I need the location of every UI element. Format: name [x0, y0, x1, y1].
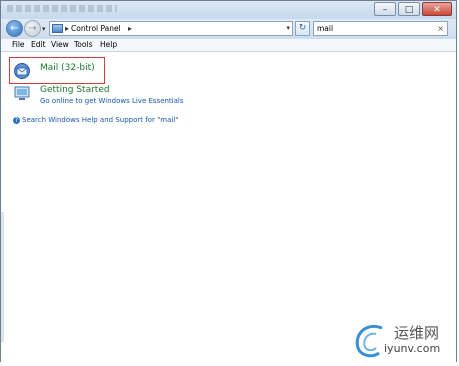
menu-tools[interactable]: Tools	[74, 39, 92, 51]
refresh-button[interactable]: ↻	[295, 21, 310, 36]
swirl-logo-icon	[355, 325, 383, 358]
close-button[interactable]: ✕	[422, 2, 452, 16]
title-bar[interactable]: – □ ✕	[1, 1, 456, 19]
help-icon: ?	[13, 116, 20, 124]
result-title[interactable]: Mail (32-bit)	[40, 63, 95, 73]
address-dropdown-icon[interactable]: ▾	[286, 22, 290, 35]
menu-file[interactable]: File	[12, 39, 25, 51]
search-box[interactable]: mail ×	[313, 21, 448, 36]
left-edge	[1, 212, 4, 342]
watermark-domain: iyunv.com	[384, 342, 441, 355]
help-link-text[interactable]: Search Windows Help and Support for "mai…	[22, 116, 179, 124]
control-panel-icon	[52, 24, 63, 33]
getting-started-icon	[14, 86, 30, 100]
breadcrumb-chevron-icon[interactable]: ▸	[128, 22, 132, 35]
search-results-pane: Mail (32-bit) Getting Started Go online …	[1, 52, 456, 362]
control-panel-window: – □ ✕ ← → ▾ ▸ Control Panel ▸ ▾ ↻ mail ×…	[0, 0, 457, 362]
window-controls: – □ ✕	[374, 2, 452, 16]
watermark-chinese: 运维网	[394, 324, 440, 342]
breadcrumb-control-panel[interactable]: Control Panel	[71, 22, 121, 35]
mail-icon	[14, 63, 30, 79]
forward-button[interactable]: →	[24, 20, 41, 37]
result-title[interactable]: Getting Started	[40, 85, 110, 95]
blurred-title-text	[7, 5, 117, 12]
back-button[interactable]: ←	[6, 20, 23, 37]
menu-help[interactable]: Help	[100, 39, 117, 51]
clear-search-icon[interactable]: ×	[437, 22, 444, 35]
maximize-button[interactable]: □	[398, 2, 420, 16]
navigation-bar: ← → ▾ ▸ Control Panel ▸ ▾ ↻ mail ×	[1, 19, 456, 39]
watermark-logo: 运维网 iyunv.com	[352, 320, 452, 360]
result-subtitle-link[interactable]: Go online to get Windows Live Essentials	[40, 97, 184, 105]
address-bar[interactable]: ▸ Control Panel ▸ ▾	[49, 21, 293, 36]
menu-view[interactable]: View	[51, 39, 69, 51]
search-input[interactable]: mail	[317, 22, 333, 35]
recent-pages-dropdown[interactable]: ▾	[42, 25, 46, 33]
minimize-button[interactable]: –	[374, 2, 396, 16]
breadcrumb-separator-icon[interactable]: ▸	[65, 22, 69, 35]
menu-bar: File Edit View Tools Help	[1, 39, 456, 52]
menu-edit[interactable]: Edit	[31, 39, 46, 51]
help-search-link[interactable]: ? Search Windows Help and Support for "ma…	[13, 116, 179, 124]
